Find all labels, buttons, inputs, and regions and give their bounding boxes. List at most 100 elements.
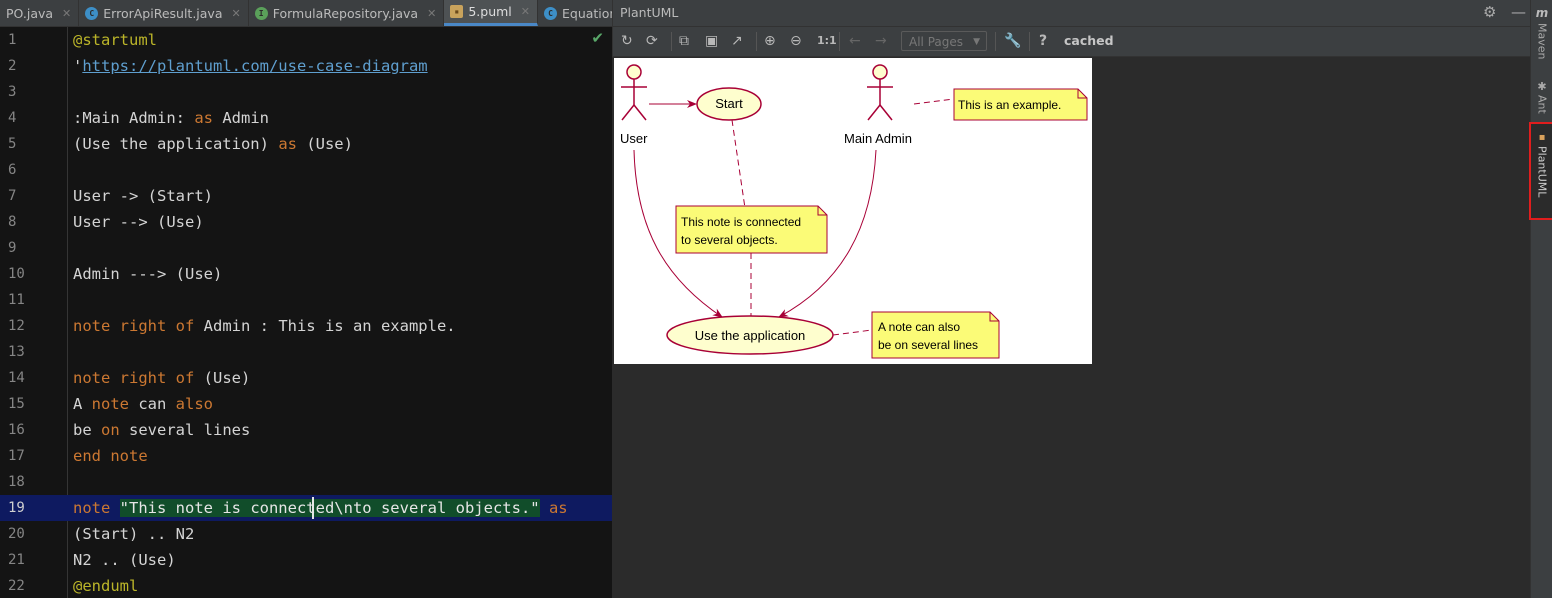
line-number: 22 [8, 578, 25, 594]
editor-tab-label: 5.puml [468, 4, 512, 19]
copy-icon[interactable]: ⧉ [679, 32, 689, 50]
editor-tab[interactable]: I FormulaRepository.java ✕ [249, 0, 445, 26]
code-token: Admin : This is an example. [194, 317, 456, 335]
code-line[interactable]: 12 note right of Admin : This is an examp… [0, 313, 612, 339]
help-icon[interactable]: ? [1039, 32, 1047, 50]
code-text: User -> (Start) [73, 183, 213, 209]
puml-icon: ▪ [1538, 132, 1546, 143]
note-n2-line2: to several objects. [681, 233, 778, 247]
editor-tab-label: FormulaRepository.java [272, 5, 419, 21]
code-token: https://plantuml.com/use-case-diagram [82, 57, 428, 75]
sync-icon[interactable]: ⟳ [646, 32, 658, 50]
editor-tab[interactable]: C ErrorApiResult.java ✕ [79, 0, 249, 26]
line-number: 12 [8, 318, 25, 334]
minimize-icon[interactable]: — [1511, 3, 1526, 21]
line-number: 8 [8, 214, 17, 230]
code-text: 'https://plantuml.com/use-case-diagram [73, 53, 428, 79]
interface-icon: I [254, 6, 268, 20]
plantuml-tab-label: PlantUML [1535, 146, 1549, 198]
code-line[interactable]: 3 [0, 79, 612, 105]
pages-select-value: All Pages [909, 35, 963, 49]
editor-tab[interactable]: ▪ 5.puml ✕ [444, 0, 538, 26]
code-line[interactable]: 20 (Start) .. N2 [0, 521, 612, 547]
zoom-out-icon[interactable]: ⊖ [790, 32, 802, 50]
code-line[interactable]: 17 end note [0, 443, 612, 469]
code-line[interactable]: 22 @enduml [0, 573, 612, 598]
code-line[interactable]: 9 [0, 235, 612, 261]
save-icon[interactable]: ▣ [705, 32, 718, 50]
line-number: 7 [8, 188, 17, 204]
editor-tab[interactable]: C EquationP [538, 0, 612, 26]
line-number: 10 [8, 266, 25, 282]
class-icon: C [85, 6, 99, 20]
code-line[interactable]: 8 User --> (Use) [0, 209, 612, 235]
close-icon[interactable]: ✕ [427, 7, 436, 20]
line-number: 13 [8, 344, 25, 360]
code-line[interactable]: 21 N2 .. (Use) [0, 547, 612, 573]
settings-wrench-icon[interactable]: 🔧 [1004, 32, 1021, 50]
line-number: 2 [8, 58, 17, 74]
maven-tool-tab[interactable]: m Maven [1531, 6, 1552, 59]
plantuml-panel-header: PlantUML ⚙ — [612, 0, 1531, 27]
editor-tab-label: ErrorApiResult.java [103, 5, 223, 21]
code-text: be on several lines [73, 417, 250, 443]
code-token: as [194, 109, 213, 127]
code-text: A note can also [73, 391, 213, 417]
code-line[interactable]: 6 [0, 157, 612, 183]
code-token: Admin ---> (Use) [73, 265, 223, 283]
code-line[interactable]: 10 Admin ---> (Use) [0, 261, 612, 287]
code-text: @enduml [73, 573, 138, 598]
code-line[interactable]: 7 User -> (Start) [0, 183, 612, 209]
code-text: :Main Admin: as Admin [73, 105, 269, 131]
code-line[interactable]: 13 [0, 339, 612, 365]
gear-icon[interactable]: ⚙ [1483, 3, 1496, 21]
actor-user-label: User [620, 131, 648, 146]
use-case-diagram: User Main Admin Start Use the applicatio… [620, 64, 1088, 359]
code-line[interactable]: 18 [0, 469, 612, 495]
puml-icon: ▪ [450, 5, 464, 18]
code-text: N2 .. (Use) [73, 547, 176, 573]
maven-tab-label: Maven [1535, 23, 1549, 60]
code-line[interactable]: 4:Main Admin: as Admin [0, 105, 612, 131]
code-token: (Use the application) [73, 135, 279, 153]
code-line[interactable]: 19 note "This note is connected\nto sever… [0, 495, 612, 521]
usecase-use-label: Use the application [695, 328, 806, 343]
editor-tab[interactable]: PO.java ✕ [0, 0, 80, 26]
note-use-line1: A note can also [878, 320, 960, 334]
code-line[interactable]: 5 (Use the application) as (Use) [0, 131, 612, 157]
code-editor[interactable]: ✔ 1 @startuml 2'https://plantuml.com/use-c… [0, 27, 612, 598]
code-token: several lines [119, 421, 251, 439]
zoom-reset-button[interactable]: 1:1 [817, 32, 837, 50]
close-icon[interactable]: ✕ [62, 7, 71, 20]
zoom-in-icon[interactable]: ⊕ [764, 32, 776, 50]
refresh-icon[interactable]: ↻ [621, 32, 633, 50]
dashed-admin-to-note [913, 98, 955, 105]
code-token: be [73, 421, 101, 439]
line-number: 16 [8, 422, 25, 438]
code-token: (Use) [194, 369, 251, 387]
diagram-preview: User Main Admin Start Use the applicatio… [614, 58, 1092, 364]
line-number: 1 [8, 32, 17, 48]
close-icon[interactable]: ✕ [521, 5, 530, 18]
render-status-label: cached [1064, 33, 1114, 48]
code-line[interactable]: 11 [0, 287, 612, 313]
plantuml-tool-tab[interactable]: ▪ PlantUML [1529, 122, 1552, 220]
ant-tool-tab[interactable]: ✱ Ant [1531, 80, 1552, 114]
code-line[interactable]: 14 note right of (Use) [0, 365, 612, 391]
forward-arrow-icon[interactable]: → [875, 32, 887, 50]
toolbar-separator [756, 32, 757, 51]
plantuml-panel-title: PlantUML [620, 5, 679, 20]
code-line[interactable]: 1 @startuml [0, 27, 612, 53]
pages-select[interactable]: All Pages ▼ [901, 31, 987, 51]
line-number: 9 [8, 240, 17, 256]
line-number: 11 [8, 292, 25, 308]
code-line[interactable]: 16 be on several lines [0, 417, 612, 443]
back-arrow-icon[interactable]: ← [849, 32, 861, 50]
code-line[interactable]: 2 'https://plantuml.com/use-case-diagram [0, 53, 612, 79]
export-icon[interactable]: ↗ [731, 32, 743, 50]
line-number: 3 [8, 84, 17, 100]
code-text: User --> (Use) [73, 209, 204, 235]
note-n2-line1: This note is connected [681, 215, 801, 229]
close-icon[interactable]: ✕ [231, 7, 240, 20]
code-line[interactable]: 15 A note can also [0, 391, 612, 417]
